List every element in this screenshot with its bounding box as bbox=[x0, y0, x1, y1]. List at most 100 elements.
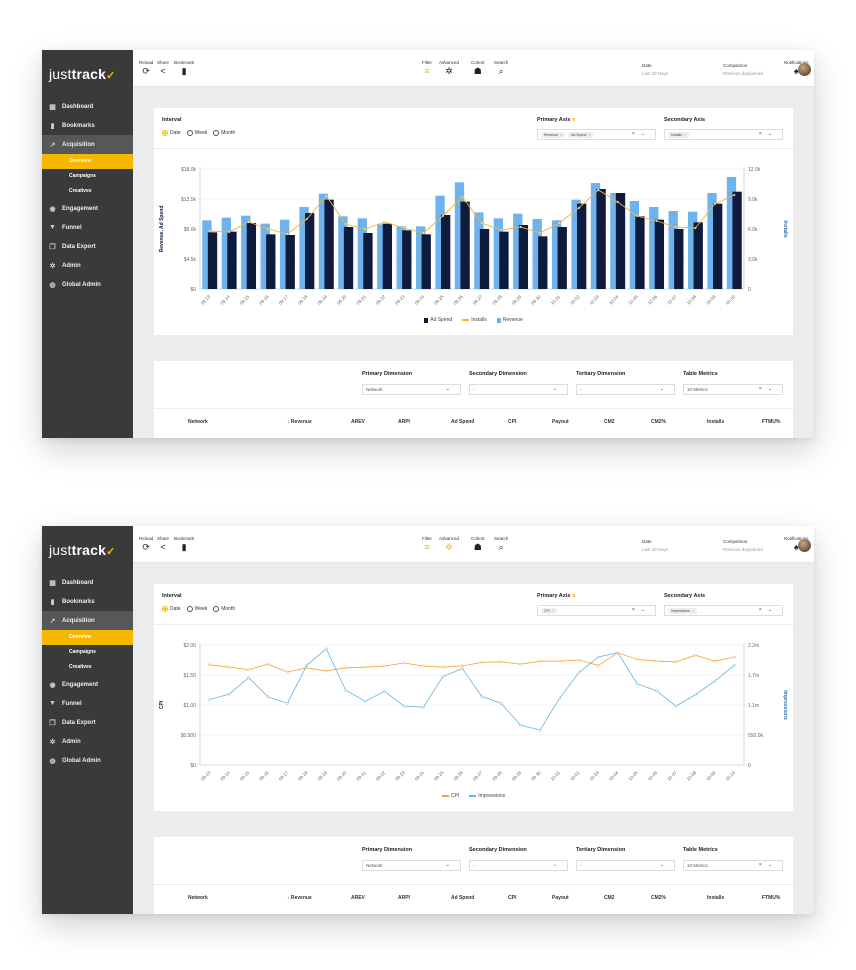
comparison-picker[interactable]: Comparison Previous day/period bbox=[723, 539, 763, 552]
col-arev[interactable]: AREV bbox=[351, 419, 365, 425]
reload-button[interactable]: Reload ⟳ bbox=[139, 536, 153, 553]
col-arev[interactable]: AREV bbox=[351, 895, 365, 901]
primary-dimension-select[interactable]: Network ⌄ bbox=[362, 384, 461, 395]
clear-chevron-icon[interactable]: ×⌄ bbox=[632, 131, 651, 137]
secondary-axis-select[interactable]: Impressions × ×⌄ bbox=[664, 605, 783, 616]
col-cm2[interactable]: CM2 bbox=[604, 419, 615, 425]
avatar[interactable] bbox=[798, 63, 811, 76]
nav-funnel[interactable]: ▼ Funnel bbox=[42, 694, 133, 713]
col-ftmu[interactable]: FTMU% bbox=[762, 419, 780, 425]
nav-bookmarks[interactable]: ▮ Bookmarks bbox=[42, 592, 133, 611]
bookmark-button[interactable]: Bookmark ▮ bbox=[174, 536, 194, 553]
clear-chevron-icon[interactable]: ×⌄ bbox=[759, 386, 778, 392]
nav-data-export[interactable]: ❐ Data Export bbox=[42, 237, 133, 256]
nav-data-export[interactable]: ❐ Data Export bbox=[42, 713, 133, 732]
share-button[interactable]: Share < bbox=[157, 60, 169, 76]
col-cm2-percent[interactable]: CM2% bbox=[651, 419, 666, 425]
advanced-button[interactable]: Advanced ✲ bbox=[439, 60, 459, 77]
chip[interactable]: Installs × bbox=[668, 131, 689, 138]
clear-chevron-icon[interactable]: ×⌄ bbox=[632, 607, 651, 613]
col-ftmu[interactable]: FTMU% bbox=[762, 895, 780, 901]
bookmark-button[interactable]: Bookmark ▮ bbox=[174, 60, 194, 77]
advanced-button[interactable]: Advanced ✲ bbox=[439, 536, 459, 553]
table-metrics-select[interactable]: 10 Metrics ×⌄ bbox=[683, 384, 783, 395]
subnav-campaigns[interactable]: Campaigns bbox=[42, 169, 133, 184]
col-cpi[interactable]: CPI bbox=[508, 419, 516, 425]
nav-dashboard[interactable]: ▦ Dashboard bbox=[42, 573, 133, 592]
subnav-creatives[interactable]: Creatives bbox=[42, 184, 133, 199]
search-button[interactable]: Search ⌕ bbox=[494, 60, 508, 77]
chip[interactable]: CPI × bbox=[541, 607, 557, 614]
chip[interactable]: Impressions × bbox=[668, 607, 697, 614]
subnav-overview[interactable]: Overview bbox=[42, 630, 133, 645]
clear-chevron-icon[interactable]: ×⌄ bbox=[759, 607, 778, 613]
share-button[interactable]: Share < bbox=[157, 536, 169, 552]
nav-dashboard[interactable]: ▦ Dashboard bbox=[42, 97, 133, 116]
primary-dimension-select[interactable]: Network ⌄ bbox=[362, 860, 461, 871]
filter-button[interactable]: Filter ≡ bbox=[422, 536, 432, 552]
col-arpi[interactable]: ARPI bbox=[398, 895, 410, 901]
logo[interactable]: justtrack✓ bbox=[49, 542, 115, 558]
nav-engagement[interactable]: ◉ Engagement bbox=[42, 675, 133, 694]
col-installs[interactable]: Installs bbox=[707, 419, 724, 425]
col-arpi[interactable]: ARPI bbox=[398, 419, 410, 425]
nav-global-admin[interactable]: ◍ Global Admin bbox=[42, 275, 133, 294]
interval-month[interactable]: Month bbox=[213, 130, 235, 136]
filter-button[interactable]: Filter ≡ bbox=[422, 60, 432, 76]
interval-date[interactable]: Date bbox=[162, 130, 181, 136]
col-cm2-percent[interactable]: CM2% bbox=[651, 895, 666, 901]
col-payout[interactable]: Payout bbox=[552, 419, 569, 425]
col-revenue[interactable]: ↓ Revenue bbox=[287, 419, 312, 425]
col-installs[interactable]: Installs bbox=[707, 895, 724, 901]
secondary-dimension-select[interactable]: - ⌄ bbox=[469, 860, 568, 871]
subnav-overview[interactable]: Overview bbox=[42, 154, 133, 169]
secondary-dimension-select[interactable]: - ⌄ bbox=[469, 384, 568, 395]
nav-acquisition[interactable]: ↗ Acquisition bbox=[42, 611, 133, 630]
nav-admin[interactable]: ✲ Admin bbox=[42, 732, 133, 751]
reload-button[interactable]: Reload ⟳ bbox=[139, 60, 153, 77]
col-ad-spend[interactable]: Ad Spend bbox=[451, 895, 474, 901]
logo[interactable]: justtrack✓ bbox=[49, 66, 115, 82]
interval-week[interactable]: Week bbox=[186, 606, 207, 612]
legend-ad-spend[interactable]: Ad Spend bbox=[424, 317, 452, 323]
clear-chevron-icon[interactable]: ×⌄ bbox=[759, 131, 778, 137]
date-picker[interactable]: Date Last 28 Days bbox=[642, 63, 668, 76]
chip[interactable]: Revenue × bbox=[541, 131, 566, 138]
search-button[interactable]: Search ⌕ bbox=[494, 536, 508, 553]
legend-installs[interactable]: Installs bbox=[462, 317, 487, 323]
col-network[interactable]: Network bbox=[188, 895, 208, 901]
col-network[interactable]: Network bbox=[188, 419, 208, 425]
nav-global-admin[interactable]: ◍ Global Admin bbox=[42, 751, 133, 770]
col-revenue[interactable]: ↓ Revenue bbox=[287, 895, 312, 901]
interval-week[interactable]: Week bbox=[186, 130, 207, 136]
legend-impressions[interactable]: Impressions bbox=[469, 793, 505, 799]
interval-month[interactable]: Month bbox=[213, 606, 235, 612]
legend-cpi[interactable]: CPI bbox=[441, 793, 459, 799]
primary-axis-select[interactable]: Revenue × Ad Spend × ×⌄ bbox=[537, 129, 656, 140]
table-metrics-select[interactable]: 10 Metrics ×⌄ bbox=[683, 860, 783, 871]
col-cm2[interactable]: CM2 bbox=[604, 895, 615, 901]
tertiary-dimension-select[interactable]: - ⌄ bbox=[576, 384, 675, 395]
col-cpi[interactable]: CPI bbox=[508, 895, 516, 901]
primary-axis-select[interactable]: CPI × ×⌄ bbox=[537, 605, 656, 616]
comparison-picker[interactable]: Comparison Previous day/period bbox=[723, 63, 763, 76]
tertiary-dimension-select[interactable]: - ⌄ bbox=[576, 860, 675, 871]
subnav-campaigns[interactable]: Campaigns bbox=[42, 645, 133, 660]
col-ad-spend[interactable]: Ad Spend bbox=[451, 419, 474, 425]
nav-admin[interactable]: ✲ Admin bbox=[42, 256, 133, 275]
nav-funnel[interactable]: ▼ Funnel bbox=[42, 218, 133, 237]
secondary-axis-select[interactable]: Installs × ×⌄ bbox=[664, 129, 783, 140]
nav-acquisition[interactable]: ↗ Acquisition bbox=[42, 135, 133, 154]
col-payout[interactable]: Payout bbox=[552, 895, 569, 901]
legend-revenue[interactable]: Revenue bbox=[496, 317, 523, 323]
cohort-button[interactable]: Cohort ☗ bbox=[471, 536, 485, 553]
clear-chevron-icon[interactable]: ×⌄ bbox=[759, 862, 778, 868]
nav-bookmarks[interactable]: ▮ Bookmarks bbox=[42, 116, 133, 135]
date-picker[interactable]: Date Last 28 Days bbox=[642, 539, 668, 552]
nav-engagement[interactable]: ◉ Engagement bbox=[42, 199, 133, 218]
interval-date[interactable]: Date bbox=[162, 606, 181, 612]
cohort-button[interactable]: Cohort ☗ bbox=[471, 60, 485, 77]
avatar[interactable] bbox=[798, 539, 811, 552]
chip[interactable]: Ad Spend × bbox=[568, 131, 594, 138]
subnav-creatives[interactable]: Creatives bbox=[42, 660, 133, 675]
